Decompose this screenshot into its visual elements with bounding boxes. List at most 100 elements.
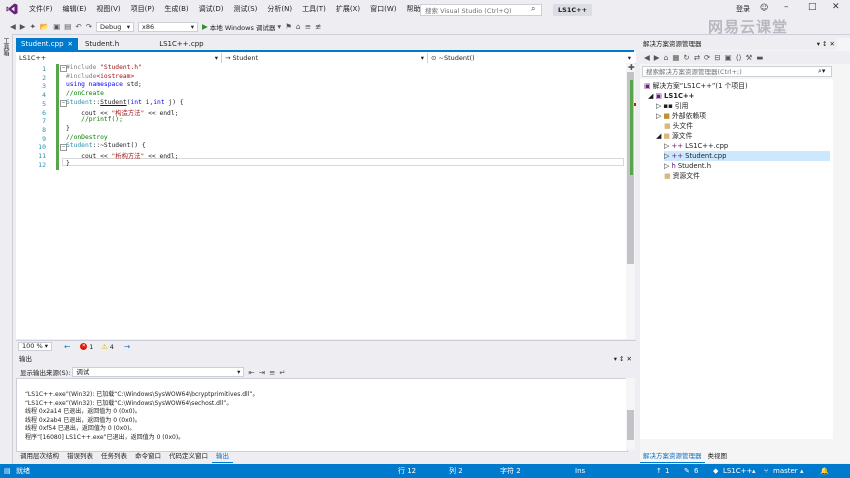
class-scope-select[interactable]: → Student ▾	[222, 52, 428, 63]
save-all-icon[interactable]: ▤	[64, 22, 71, 31]
tab-student-cpp[interactable]: Student.cpp ✕	[16, 38, 78, 50]
output-source-select[interactable]: 调试 ▾	[72, 367, 245, 377]
show-all-files-icon[interactable]: ▣	[725, 53, 732, 62]
notification-bell-icon[interactable]: 🔔	[820, 464, 829, 478]
chevron-down-icon[interactable]: ▾	[277, 22, 281, 31]
status-repo[interactable]: LS1C++	[723, 464, 752, 478]
status-insert-mode[interactable]: Ins	[575, 464, 585, 478]
tree-item-project[interactable]: ◢ ▣ LS1C++	[648, 91, 694, 101]
tree-item-external-deps[interactable]: ▷ ■ 外部依赖项	[656, 111, 706, 121]
search-icon[interactable]: ⌕	[531, 4, 535, 14]
solution-explorer-scrollbar[interactable]	[833, 79, 841, 439]
login-link[interactable]: 登录	[736, 4, 750, 14]
collapse-all-icon[interactable]: ⊟	[714, 53, 720, 62]
tree-item-solution[interactable]: ▣ 解决方案“LS1C++”(1 个项目)	[644, 81, 748, 91]
comment-icon[interactable]: ≡	[305, 22, 311, 31]
new-project-icon[interactable]: ✦	[30, 22, 36, 31]
error-count[interactable]: ✕ 1	[80, 343, 93, 351]
undo-icon[interactable]: ↶	[75, 22, 81, 31]
member-scope-select[interactable]: ⊙ ~Student() ▾	[428, 53, 634, 63]
switch-view-icon[interactable]: ▦	[672, 53, 679, 62]
redo-icon[interactable]: ↷	[86, 22, 92, 31]
open-folder-icon[interactable]: 📂	[40, 22, 49, 31]
up-arrow-icon[interactable]: ↑	[656, 464, 662, 478]
status-col[interactable]: 列 2	[449, 464, 463, 478]
save-icon[interactable]: ▣	[53, 22, 60, 31]
pencil-icon[interactable]: ✎	[684, 464, 690, 478]
tab-error-list[interactable]: 错误列表	[63, 451, 97, 462]
menu-extensions[interactable]: 扩展(X)	[331, 0, 365, 19]
sync-icon[interactable]: ⇄	[694, 53, 700, 62]
next-arrow-icon[interactable]: →	[124, 342, 130, 351]
search-input[interactable]: 搜索 Visual Studio (Ctrl+Q)	[420, 4, 542, 16]
branch-icon[interactable]: ⑂	[764, 464, 768, 478]
tree-item-references[interactable]: ▷ ▪▪ 引用	[656, 101, 688, 111]
tab-task-list[interactable]: 任务列表	[97, 451, 131, 462]
menu-test[interactable]: 测试(S)	[228, 0, 262, 19]
menu-file[interactable]: 文件(F)	[24, 0, 58, 19]
close-icon[interactable]: ✕	[68, 40, 73, 48]
status-up-count[interactable]: 1	[665, 464, 669, 478]
code-view-icon[interactable]: ⟨⟩	[736, 53, 742, 62]
solution-explorer-search-input[interactable]: 搜索解决方案资源管理器(Ctrl+;)	[642, 66, 832, 77]
panel-options-icon[interactable]: ▾ ↕ ✕	[614, 354, 632, 364]
menu-project[interactable]: 项目(P)	[126, 0, 160, 19]
tab-call-hierarchy[interactable]: 调用层次结构	[16, 451, 63, 462]
run-debugger-button[interactable]: 本地 Windows 调试器	[210, 22, 276, 32]
output-text-area[interactable]: “LS1C++.exe”(Win32): 已加载“C:\Windows\SysW…	[16, 378, 628, 452]
tree-item-student-h[interactable]: ▷ h Student.h	[664, 161, 711, 171]
menu-view[interactable]: 视图(V)	[91, 0, 125, 19]
back-icon[interactable]: ◀	[644, 53, 650, 62]
tree-item-main-cpp[interactable]: ▷ ++ LS1C++.cpp	[664, 141, 728, 151]
history-icon[interactable]: ↻	[683, 53, 689, 62]
prev-arrow-icon[interactable]: ←	[64, 342, 70, 351]
person-icon[interactable]: ☺	[760, 3, 768, 12]
status-branch[interactable]: master	[773, 464, 798, 478]
platform-select[interactable]: x86 ▾	[137, 21, 198, 32]
play-icon[interactable]: ▶	[202, 22, 208, 31]
menu-edit[interactable]: 编辑(E)	[58, 0, 92, 19]
output-scrollbar-thumb[interactable]	[627, 410, 634, 440]
status-row[interactable]: 行 12	[398, 464, 416, 478]
tab-student-h[interactable]: Student.h	[80, 38, 124, 50]
menu-debug[interactable]: 调试(D)	[194, 0, 229, 19]
minimize-icon[interactable]: –	[784, 2, 789, 12]
tree-item-student-cpp[interactable]: ▷ ++ Student.cpp	[664, 151, 830, 161]
wrench-icon[interactable]: ⚒	[746, 53, 753, 62]
status-char[interactable]: 字符 2	[500, 464, 521, 478]
panel-options-icon[interactable]: ▾ ↕ ✕	[817, 38, 835, 50]
forward-icon[interactable]: ▶	[20, 22, 26, 31]
search-icon[interactable]: ⌕▾	[818, 67, 825, 76]
tab-solution-explorer[interactable]: 解决方案资源管理器	[640, 451, 705, 463]
menu-window[interactable]: 窗口(W)	[365, 0, 401, 19]
menu-analyze[interactable]: 分析(N)	[262, 0, 297, 19]
breakpoint-icon[interactable]: ⚑	[285, 22, 292, 31]
back-icon[interactable]: ◀	[10, 22, 16, 31]
split-icon[interactable]: ✚	[628, 63, 635, 72]
maximize-icon[interactable]: □	[808, 2, 817, 12]
toggle-wrap-icon[interactable]: ↵	[279, 368, 285, 377]
close-icon[interactable]: ✕	[832, 2, 840, 12]
status-edit-count[interactable]: 6	[694, 464, 698, 478]
find-message-icon[interactable]: ⇤	[248, 368, 254, 377]
tab-output[interactable]: 输出	[212, 451, 233, 463]
menu-build[interactable]: 生成(B)	[159, 0, 193, 19]
tab-command-window[interactable]: 命令窗口	[131, 451, 165, 462]
menu-tools[interactable]: 工具(T)	[297, 0, 331, 19]
uncomment-icon[interactable]: ≢	[315, 22, 321, 31]
zoom-select[interactable]: 100 % ▾	[18, 342, 52, 351]
word-wrap-icon[interactable]: ≡	[269, 368, 275, 377]
tab-main-cpp[interactable]: LS1C++.cpp	[154, 38, 208, 50]
toolbox-tab[interactable]: 工具箱	[1, 38, 10, 56]
refresh-icon[interactable]: ⟳	[704, 53, 710, 62]
bookmark-icon[interactable]: ⌂	[296, 22, 301, 31]
tree-item-header-files[interactable]: ■ 头文件	[664, 121, 693, 131]
preview-icon[interactable]: ▬	[756, 53, 763, 62]
tree-item-resource-files[interactable]: ■ 资源文件	[664, 171, 700, 181]
config-select[interactable]: Debug ▾	[95, 21, 134, 32]
project-scope-select[interactable]: LS1C++ ▾	[16, 52, 222, 63]
clear-all-icon[interactable]: ⇥	[259, 368, 265, 377]
tree-item-source-files[interactable]: ◢ ■ 源文件	[656, 131, 692, 141]
warning-count[interactable]: ⚠ 4	[101, 343, 113, 351]
tab-class-view[interactable]: 类视图	[705, 451, 731, 462]
